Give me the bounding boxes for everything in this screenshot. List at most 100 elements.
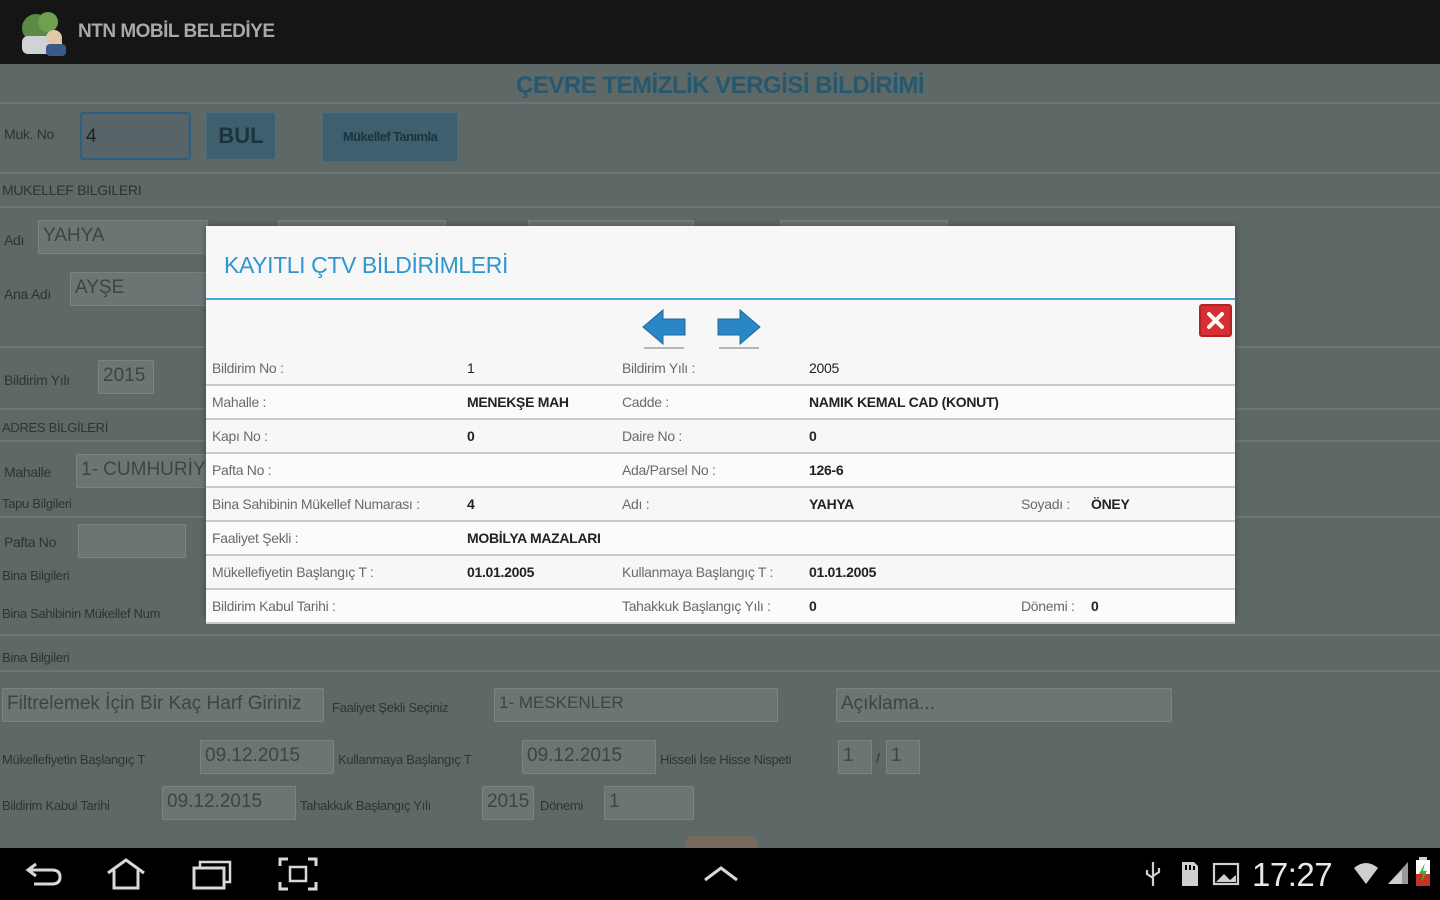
table-row: Kapı No : 0 Daire No : 0: [206, 420, 1235, 454]
soyadi-value: ÖNEY: [1091, 496, 1130, 512]
cadde-label: Cadde :: [622, 394, 669, 410]
save-button-partial[interactable]: [685, 836, 757, 848]
hisse-pay-field[interactable]: 1: [838, 740, 872, 774]
dialog-title-divider: [206, 298, 1235, 300]
hisse-payda-field[interactable]: 1: [886, 740, 920, 774]
kabul-tarihi-label: Bildirim Kabul Tarihi :: [212, 598, 336, 614]
dialog-title: KAYITLI ÇTV BİLDİRİMLERİ: [224, 252, 508, 278]
mahalle-value: MENEKŞE MAH: [467, 394, 569, 410]
home-icon[interactable]: [104, 856, 148, 892]
screenshot-icon: [1212, 862, 1240, 886]
daire-no-label: Daire No :: [622, 428, 683, 444]
mukellef-section-label: MUKELLEF BILGILERI: [2, 182, 142, 198]
cadde-value: NAMIK KEMAL CAD (KONUT): [809, 394, 999, 410]
action-bar: NTN MOBİL BELEDİYE: [0, 0, 1440, 64]
soyadi-label: Soyadı :: [1021, 496, 1070, 512]
mukellef-tanimla-button[interactable]: Mükellef Tanımla: [322, 112, 458, 162]
close-icon: [1207, 312, 1224, 329]
kabul-date-field[interactable]: 09.12.2015: [162, 786, 296, 820]
tahakkuk-label: Tahakkuk Başlangıç Yılı: [300, 798, 431, 813]
bildirim-yili-value: 2005: [809, 360, 839, 376]
faaliyet-label: Faaliyet Şekli Seçiniz: [332, 700, 449, 715]
bildirim-details-table: Bildirim No : 1 Bildirim Yılı : 2005 Mah…: [206, 352, 1235, 624]
bildirim-yili-label: Bildirim Yılı: [4, 372, 70, 388]
kapi-no-label: Kapı No :: [212, 428, 268, 444]
screenshot-capture-icon[interactable]: [276, 856, 320, 892]
adi-field[interactable]: YAHYA: [38, 220, 208, 254]
app-logo-icon: [22, 12, 66, 56]
mukellefiyet-date-field[interactable]: 09.12.2015: [200, 740, 334, 774]
divider: [0, 670, 1440, 672]
signal-icon: [1388, 862, 1408, 884]
table-row: Faaliyet Şekli : MOBİLYA MAZALARI: [206, 522, 1235, 556]
hisse-separator: /: [876, 750, 880, 766]
faaliyet-value: MOBİLYA MAZALARI: [467, 530, 601, 546]
table-row: Pafta No : Ada/Parsel No : 126-6: [206, 454, 1235, 488]
adi-value: YAHYA: [809, 496, 854, 512]
mahalle-label: Mahalle: [4, 464, 51, 480]
kullanmaya-label: Kullanmaya Başlangıç T :: [622, 564, 774, 580]
arrow-left-icon[interactable]: [641, 308, 687, 346]
bina-section-label-2: Bina Bilgileri: [2, 650, 70, 665]
tahakkuk-value: 0: [809, 598, 817, 614]
mukellefiyet-label: Mükellefiyetin Başlangıç T :: [212, 564, 374, 580]
ada-parsel-value: 126-6: [809, 462, 844, 478]
status-clock: 17:27: [1252, 856, 1333, 893]
faaliyet-label: Faaliyet Şekli :: [212, 530, 299, 546]
bildirim-yili-field[interactable]: 2015: [98, 360, 154, 394]
ana-adi-field[interactable]: AYŞE: [70, 272, 208, 306]
adi-label: Adı: [4, 232, 25, 248]
battery-charging-icon: [1416, 857, 1430, 886]
arrow-right-icon[interactable]: [716, 308, 762, 346]
bina-section-label: Bina Bilgileri: [2, 568, 70, 583]
table-row: Mahalle : MENEKŞE MAH Cadde : NAMIK KEMA…: [206, 386, 1235, 420]
table-row: Bina Sahibinin Mükellef Numarası : 4 Adı…: [206, 488, 1235, 522]
tahakkuk-field[interactable]: 2015: [482, 786, 534, 820]
mahalle-select[interactable]: 1- CUMHURİYE: [76, 454, 208, 488]
close-button[interactable]: [1199, 304, 1232, 337]
donemi-field[interactable]: 1: [604, 786, 694, 820]
divider: [0, 634, 1440, 636]
kayitli-bildirimler-dialog: KAYITLI ÇTV BİLDİRİMLERİ Bildirim No : 1…: [206, 226, 1235, 624]
hisse-label: Hisseli İse Hisse Nispeti: [660, 752, 792, 767]
muk-no-input[interactable]: 4: [80, 112, 191, 160]
muk-no-label: Muk. No: [4, 126, 55, 142]
faaliyet-select[interactable]: 1- MESKENLER: [494, 688, 778, 722]
donemi-label: Dönemi: [540, 798, 583, 813]
pafta-field[interactable]: [78, 524, 186, 558]
pafta-label: Pafta No: [4, 534, 57, 550]
tahakkuk-label: Tahakkuk Başlangıç Yılı :: [622, 598, 771, 614]
back-icon[interactable]: [22, 856, 66, 892]
divider: [719, 347, 759, 349]
pafta-no-label: Pafta No :: [212, 462, 272, 478]
mukellefiyet-label: Mükellefiyetin Başlangıç T: [2, 752, 145, 767]
divider: [644, 347, 684, 349]
table-row: Bildirim No : 1 Bildirim Yılı : 2005: [206, 352, 1235, 386]
donemi-label: Dönemi :: [1021, 598, 1075, 614]
bina-sahibi-label: Bina Sahibinin Mükellef Num: [2, 606, 161, 621]
system-navigation-bar: 17:27: [0, 848, 1440, 900]
bul-button[interactable]: BUL: [206, 112, 276, 160]
bina-sahibi-label: Bina Sahibinin Mükellef Numarası :: [212, 496, 420, 512]
usb-icon: [1145, 862, 1161, 886]
tapu-section-label: Tapu Bilgileri: [2, 496, 72, 511]
adi-label: Adı :: [622, 496, 650, 512]
adres-section-label: ADRES BİLGİLERİ: [2, 420, 109, 435]
recent-apps-icon[interactable]: [190, 856, 234, 892]
divider: [0, 206, 1440, 208]
filter-input[interactable]: Filtrelemek İçin Bir Kaç Harf Giriniz: [2, 688, 324, 722]
wifi-icon: [1354, 863, 1378, 884]
app-title: NTN MOBİL BELEDİYE: [78, 21, 275, 42]
bina-sahibi-value: 4: [467, 496, 475, 512]
menu-up-icon[interactable]: [699, 856, 743, 892]
sd-card-icon: [1182, 862, 1198, 886]
table-row: Mükellefiyetin Başlangıç T : 01.01.2005 …: [206, 556, 1235, 590]
bildirim-yili-label: Bildirim Yılı :: [622, 360, 696, 376]
ada-parsel-label: Ada/Parsel No :: [622, 462, 716, 478]
aciklama-input[interactable]: Açıklama...: [836, 688, 1172, 722]
kabul-label: Bildirim Kabul Tarihi: [2, 798, 110, 813]
kullanmaya-date-field[interactable]: 09.12.2015: [522, 740, 656, 774]
bildirim-no-value: 1: [467, 360, 475, 376]
mahalle-label: Mahalle :: [212, 394, 267, 410]
daire-no-value: 0: [809, 428, 817, 444]
